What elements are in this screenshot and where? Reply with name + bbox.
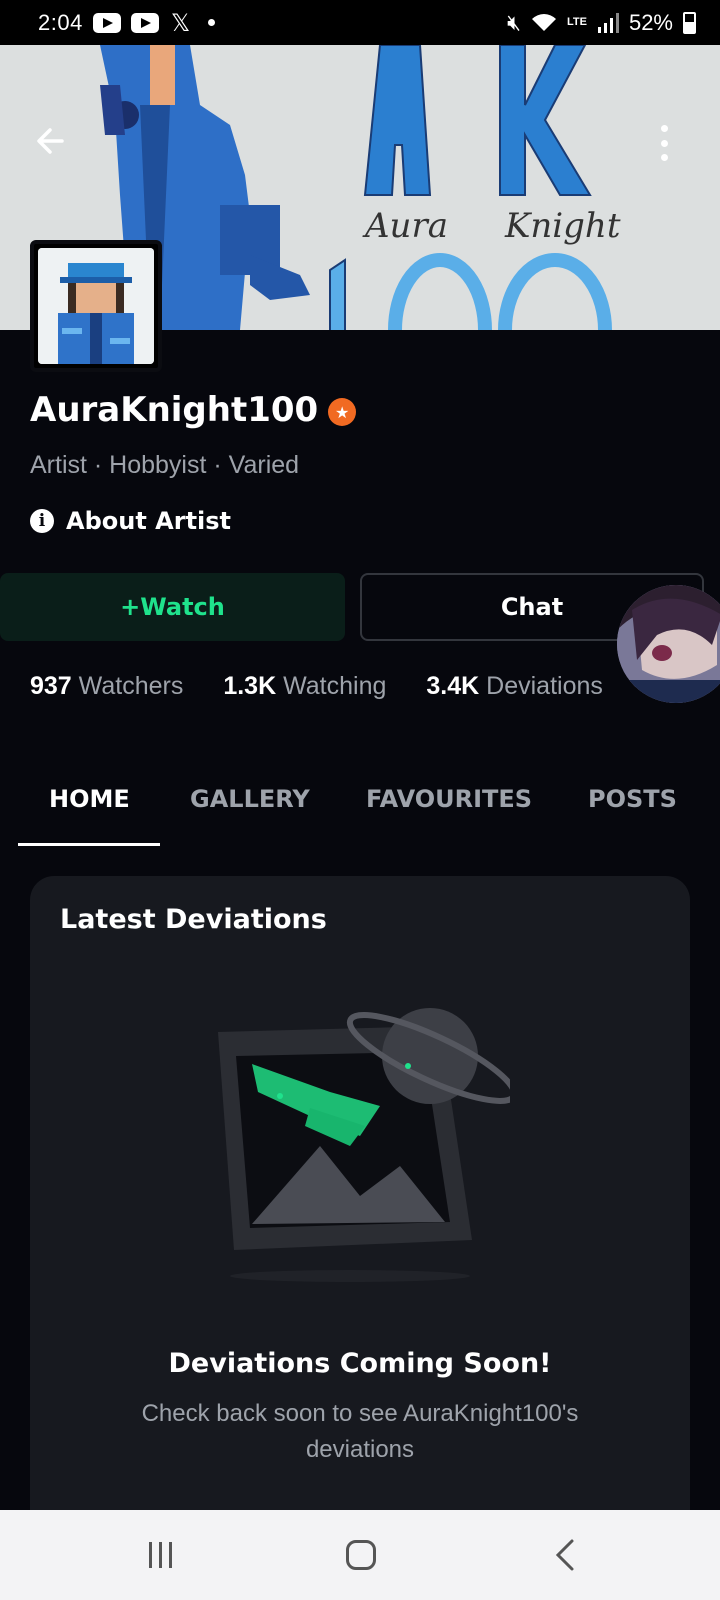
recent-apps-icon[interactable]: [135, 1538, 185, 1572]
tab-home[interactable]: HOME: [49, 785, 130, 813]
mute-icon: 🔇︎: [507, 9, 521, 35]
stat-deviations[interactable]: 3.4K Deviations: [426, 672, 603, 701]
youtube-notification-icon: [130, 12, 159, 33]
stat-watchers[interactable]: 937 Watchers: [30, 672, 183, 701]
core-badge-icon[interactable]: ★: [328, 398, 357, 426]
banner-text-knight: Knight: [504, 206, 621, 246]
profile-stats: 937 Watchers 1.3K Watching 3.4K Deviatio…: [30, 672, 603, 701]
info-icon: i: [30, 509, 54, 533]
empty-state-subtitle: Check back soon to see AuraKnight100's d…: [141, 1400, 579, 1463]
nav-back-icon[interactable]: [540, 1538, 590, 1572]
empty-state-illustration: [218, 1008, 510, 1282]
latest-deviations-title: Latest Deviations: [60, 904, 327, 935]
signal-icon: [597, 12, 619, 33]
chat-head-image: [617, 585, 720, 703]
youtube-notification-icon: [92, 12, 121, 33]
tab-gallery[interactable]: GALLERY: [190, 785, 310, 813]
x-notification-icon: 𝕏: [170, 8, 191, 37]
about-artist-link[interactable]: i About Artist: [30, 507, 231, 535]
system-navigation-bar: [0, 1510, 720, 1600]
status-bar: 2:04 𝕏 🔇︎ LTE 52%: [0, 0, 720, 45]
back-arrow-icon[interactable]: [32, 123, 72, 163]
profile-username-row: AuraKnight100 ★: [30, 390, 357, 430]
battery-percent: 52%: [628, 9, 673, 35]
profile-subtitle: Artist · Hobbyist · Varied: [30, 451, 300, 479]
banner-text-aura: Aura: [362, 206, 448, 246]
tab-posts[interactable]: POSTS: [588, 785, 677, 813]
latest-deviations-card: Latest Deviations Deviations Coming Soon…: [30, 876, 690, 1600]
home-icon[interactable]: [336, 1538, 386, 1572]
wifi-icon: [531, 13, 556, 31]
battery-icon: [683, 11, 696, 34]
empty-state-title: Deviations Coming Soon!: [168, 1348, 552, 1379]
active-tab-indicator: [18, 843, 160, 846]
stat-watching[interactable]: 1.3K Watching: [223, 672, 386, 701]
chat-head-avatar[interactable]: [617, 585, 720, 703]
avatar-image: [38, 248, 154, 364]
watch-button[interactable]: +Watch: [0, 573, 345, 641]
avatar[interactable]: [30, 240, 162, 372]
profile-tabs: HOME GALLERY FAVOURITES POSTS: [0, 770, 720, 846]
profile-username: AuraKnight100: [30, 390, 319, 430]
status-time: 2:04: [38, 9, 83, 35]
more-notifications-dot: [208, 19, 216, 26]
tab-favourites[interactable]: FAVOURITES: [366, 785, 532, 813]
about-artist-label: About Artist: [66, 507, 232, 535]
more-vert-icon[interactable]: [654, 121, 674, 165]
lte-label: LTE: [566, 16, 587, 28]
